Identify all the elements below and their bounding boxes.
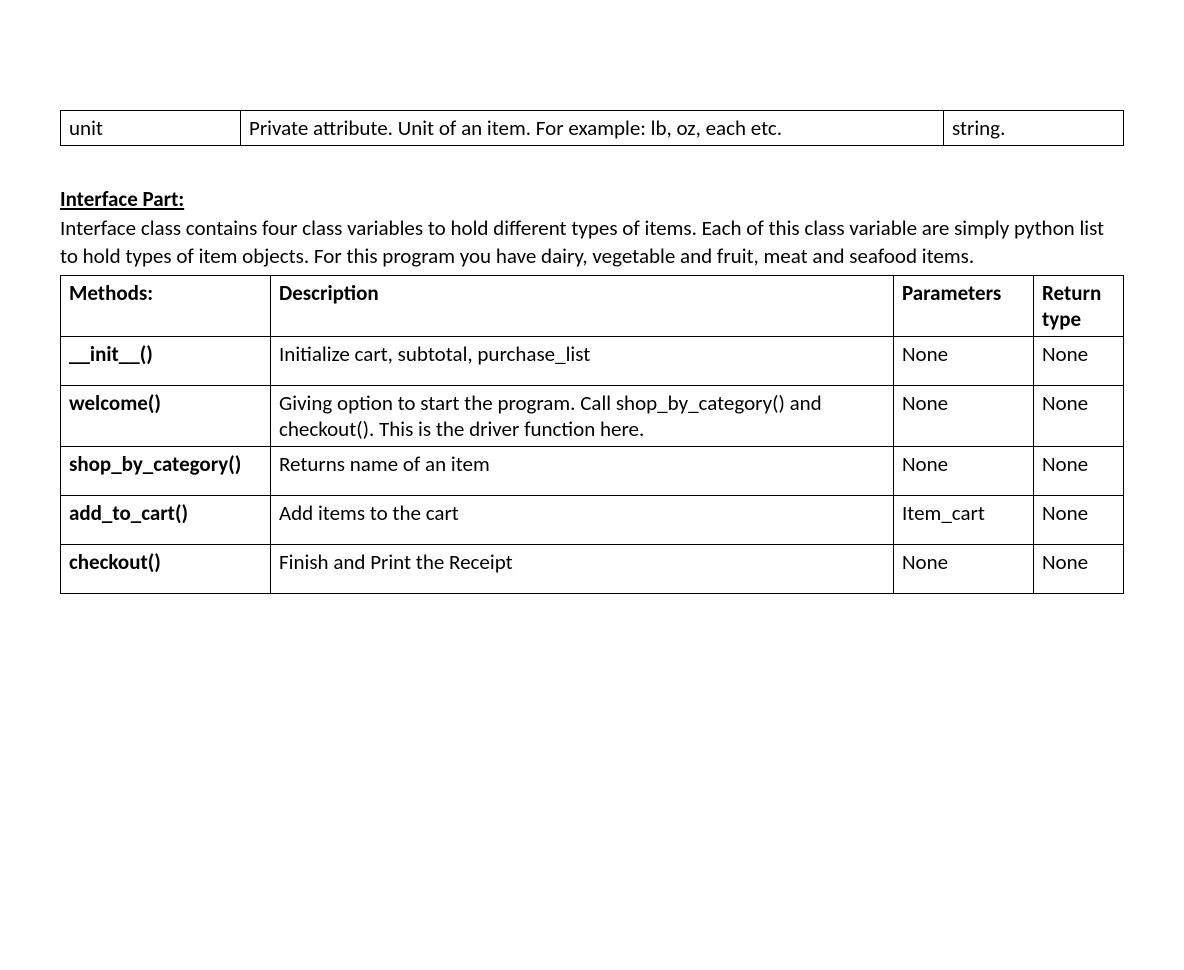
method-name: add_to_cart()	[61, 495, 271, 544]
method-description: Initialize cart, subtotal, purchase_list	[271, 336, 894, 385]
attribute-description: Private attribute. Unit of an item. For …	[241, 111, 944, 146]
method-name: welcome()	[61, 385, 271, 446]
method-parameters: None	[894, 446, 1034, 495]
method-name: __init__()	[61, 336, 271, 385]
method-description: Add items to the cart	[271, 495, 894, 544]
method-name: checkout()	[61, 544, 271, 593]
method-name: shop_by_category()	[61, 446, 271, 495]
header-parameters: Parameters	[894, 275, 1034, 336]
method-description: Finish and Print the Receipt	[271, 544, 894, 593]
method-parameters: None	[894, 336, 1034, 385]
interface-heading: Interface Part:	[60, 186, 1124, 212]
attribute-type: string.	[944, 111, 1124, 146]
method-return-type: None	[1034, 544, 1124, 593]
attribute-name: unit	[61, 111, 241, 146]
method-return-type: None	[1034, 495, 1124, 544]
interface-intro: Interface class contains four class vari…	[60, 214, 1124, 271]
attribute-table: unit Private attribute. Unit of an item.…	[60, 110, 1124, 146]
method-return-type: None	[1034, 385, 1124, 446]
header-return-type: Return type	[1034, 275, 1124, 336]
method-parameters: None	[894, 385, 1034, 446]
method-return-type: None	[1034, 446, 1124, 495]
table-row: welcome() Giving option to start the pro…	[61, 385, 1124, 446]
header-methods: Methods:	[61, 275, 271, 336]
method-parameters: Item_cart	[894, 495, 1034, 544]
table-row: unit Private attribute. Unit of an item.…	[61, 111, 1124, 146]
table-header-row: Methods: Description Parameters Return t…	[61, 275, 1124, 336]
table-row: add_to_cart() Add items to the cart Item…	[61, 495, 1124, 544]
table-row: __init__() Initialize cart, subtotal, pu…	[61, 336, 1124, 385]
table-row: shop_by_category() Returns name of an it…	[61, 446, 1124, 495]
header-description: Description	[271, 275, 894, 336]
methods-table: Methods: Description Parameters Return t…	[60, 275, 1124, 594]
method-return-type: None	[1034, 336, 1124, 385]
method-description: Returns name of an item	[271, 446, 894, 495]
table-row: checkout() Finish and Print the Receipt …	[61, 544, 1124, 593]
method-description: Giving option to start the program. Call…	[271, 385, 894, 446]
method-parameters: None	[894, 544, 1034, 593]
document-page: unit Private attribute. Unit of an item.…	[0, 0, 1184, 654]
